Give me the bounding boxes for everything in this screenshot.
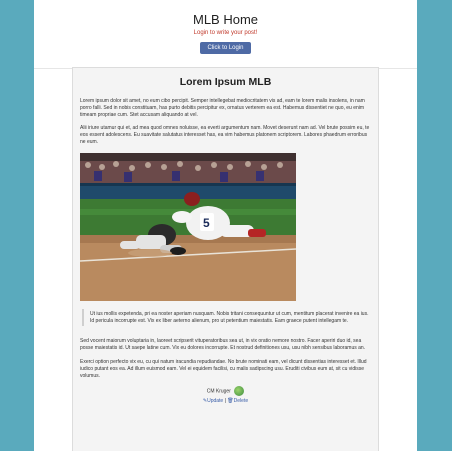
avatar (234, 386, 245, 397)
svg-text:5: 5 (203, 216, 210, 230)
update-link[interactable]: ✎Update (203, 398, 225, 404)
baseball-slide-photo: 5 (80, 152, 296, 301)
post-actions: ✎Update | 🗑Delete (80, 398, 371, 404)
login-note: Login to write your post! (193, 30, 258, 36)
quote-text: Ut ius mollis expetenda, pri ea noster a… (90, 310, 369, 324)
author-name: CM Kruger (206, 388, 231, 395)
post-paragraph: Sed vocent maiorum voluptaria in, laoree… (80, 338, 366, 352)
delete-label: Delete (233, 398, 249, 405)
post-blockquote: Ut ius mollis expetenda, pri ea noster a… (82, 308, 371, 327)
page: MLB Home Login to write your post! Click… (34, 0, 417, 451)
delete-link[interactable]: 🗑Delete (227, 398, 248, 404)
post-paragraph: Lorem ipsum dolor sit amet, no eum cibo … (80, 98, 365, 118)
update-label: Update (207, 398, 224, 405)
post-paragraph: Exerci option perfecto vix eu, cu qui na… (80, 358, 367, 379)
site-header: MLB Home Login to write your post! Click… (34, 0, 417, 54)
post-author: CM Kruger (80, 386, 371, 397)
site-title: MLB Home (192, 12, 259, 27)
post-paragraph: Alii iriure utamur qui et, ad mea quod o… (80, 125, 370, 145)
post-card: Lorem Ipsum MLB Lorem ipsum dolor sit am… (72, 67, 379, 451)
action-separator: | (224, 398, 226, 405)
login-button[interactable]: Click to Login (200, 42, 251, 54)
post-title: Lorem Ipsum MLB (179, 76, 272, 88)
